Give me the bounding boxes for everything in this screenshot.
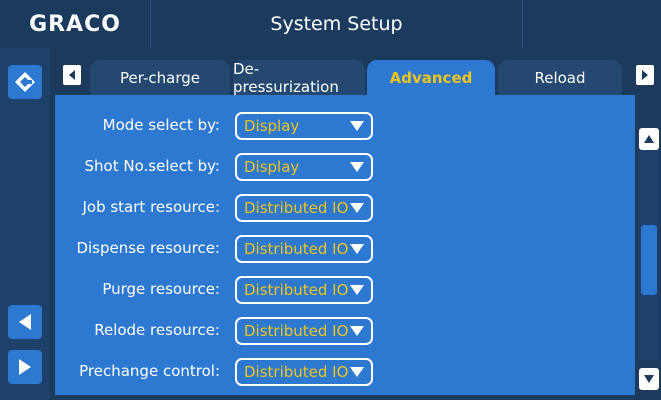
scroll-up-button[interactable] [639,128,659,150]
purge-resource-dropdown[interactable]: Distributed IO [235,276,373,304]
graco-home-icon [15,72,35,92]
header-bar: GRACO System Setup [0,0,661,48]
job-start-resource-dropdown[interactable]: Distributed IO [235,194,373,222]
setting-row: Prechange control: Distributed IO [55,358,635,388]
select-value: Distributed IO [244,363,349,381]
select-value: Distributed IO [244,199,349,217]
setting-row: Relode resource: Distributed IO [55,317,635,347]
setting-label: Mode select by: [102,116,220,134]
page-title: System Setup [151,0,523,48]
tab-advanced[interactable]: Advanced [367,60,495,95]
dropdown-caret-icon [350,367,364,377]
setting-row: Shot No.select by: Display [55,153,635,183]
setting-row: Dispense resource: Distributed IO [55,235,635,265]
dispense-resource-dropdown[interactable]: Distributed IO [235,235,373,263]
vertical-scrollbar[interactable] [639,120,659,390]
dropdown-caret-icon [350,162,364,172]
arrow-left-icon [19,314,31,330]
logo-box: GRACO [0,0,151,48]
setting-row: Purge resource: Distributed IO [55,276,635,306]
graco-logo: GRACO [29,11,121,37]
tab-bar: Per-charge De-pressurization Advanced Re… [55,60,654,96]
select-value: Display [244,158,300,176]
header-right-area [523,0,661,48]
setting-label: Job start resource: [82,198,220,216]
select-value: Distributed IO [244,281,349,299]
dropdown-caret-icon [350,244,364,254]
scroll-thumb[interactable] [641,225,657,295]
shot-no-select-dropdown[interactable]: Display [235,153,373,181]
tab-next-button[interactable] [636,65,654,85]
tab-de-pressurization[interactable]: De-pressurization [233,60,365,96]
dropdown-caret-icon [350,326,364,336]
setting-label: Prechange control: [79,362,220,380]
scroll-down-icon [644,375,654,383]
back-button[interactable] [8,305,42,339]
select-value: Distributed IO [244,240,349,258]
dropdown-caret-icon [350,285,364,295]
setting-label: Shot No.select by: [84,157,220,175]
setting-label: Purge resource: [102,280,220,298]
tab-prev-button[interactable] [63,65,81,85]
tab-reload[interactable]: Reload [498,60,622,95]
scroll-down-button[interactable] [639,368,659,390]
select-value: Display [244,117,300,135]
arrow-right-icon [19,359,31,375]
setting-label: Dispense resource: [76,239,220,257]
prechange-control-dropdown[interactable]: Distributed IO [235,358,373,386]
setting-row: Mode select by: Display [55,112,635,142]
select-value: Distributed IO [244,322,349,340]
dropdown-caret-icon [350,203,364,213]
dropdown-caret-icon [350,121,364,131]
home-button[interactable] [8,65,42,99]
setting-row: Job start resource: Distributed IO [55,194,635,224]
setting-label: Relode resource: [94,321,220,339]
scroll-track[interactable] [639,150,659,360]
advanced-settings-panel: Mode select by: Display Shot No.select b… [55,95,635,395]
forward-button[interactable] [8,350,42,384]
tab-prev-icon [69,70,75,80]
relode-resource-dropdown[interactable]: Distributed IO [235,317,373,345]
left-sidebar [0,48,50,400]
tab-next-icon [642,70,648,80]
tab-per-charge[interactable]: Per-charge [90,60,230,95]
scroll-up-icon [644,135,654,143]
mode-select-dropdown[interactable]: Display [235,112,373,140]
